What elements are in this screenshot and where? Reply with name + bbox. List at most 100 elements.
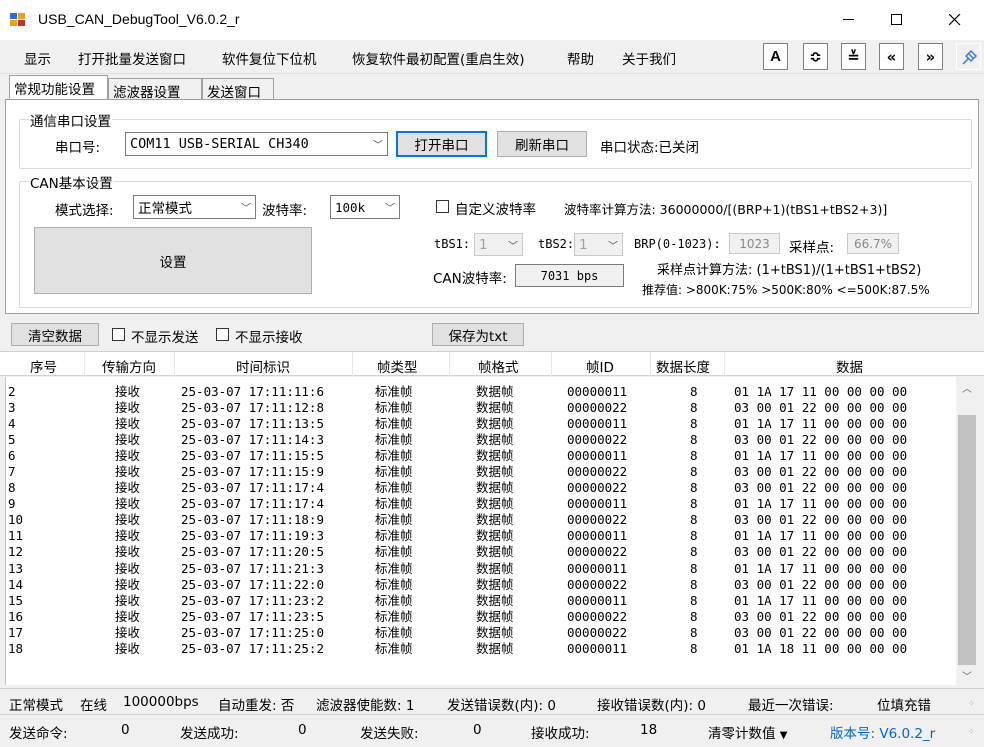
serial-group-label: 通信串口设置 xyxy=(29,110,112,130)
cell-type: 标准帧 xyxy=(375,512,413,528)
baud-select[interactable]: 100k ﹀ xyxy=(330,195,400,219)
cell-seq: 18 xyxy=(8,640,24,656)
col-divider xyxy=(650,352,651,376)
clear-data-button[interactable]: 清空数据 xyxy=(11,323,99,346)
cell-seq: 14 xyxy=(8,576,24,592)
cell-len: 8 xyxy=(690,592,698,608)
menu-restore-config[interactable]: 恢复软件最初配置(重启生效) xyxy=(352,48,525,68)
chevron-down-icon: ﹀ xyxy=(241,203,251,215)
cell-type: 标准帧 xyxy=(375,480,413,496)
tab-filter[interactable]: 滤波器设置 xyxy=(108,78,202,101)
recommend-text: 推荐值: >800K:75% >500K:80% <=500K:87.5% xyxy=(642,283,930,297)
open-port-button[interactable]: 打开串口 xyxy=(396,131,487,157)
cell-data: 03 00 01 22 00 00 00 00 xyxy=(734,400,908,416)
cell-data: 03 00 01 22 00 00 00 00 xyxy=(734,432,908,448)
cell-fmt: 数据帧 xyxy=(476,592,514,608)
close-button[interactable] xyxy=(933,4,977,36)
hide-recv-checkbox[interactable] xyxy=(216,328,229,341)
cell-len: 8 xyxy=(690,480,698,496)
scroll-down-icon[interactable]: ﹀ xyxy=(956,665,978,685)
cell-seq: 15 xyxy=(8,592,24,608)
sample-label: 采样点: xyxy=(789,240,835,256)
cell-seq: 2 xyxy=(8,384,16,399)
expand-icon[interactable]: ≎ xyxy=(803,43,828,70)
status-auto-resend: 自动重发: 否 xyxy=(218,698,295,714)
set-button[interactable]: 设置 xyxy=(34,227,312,294)
maximize-button[interactable] xyxy=(875,4,919,36)
mode-select[interactable]: 正常模式 ﹀ xyxy=(133,195,256,219)
cell-time: 25-03-07 17:11:15:9 xyxy=(181,464,324,480)
col-type[interactable]: 帧类型 xyxy=(377,356,418,376)
scroll-thumb[interactable] xyxy=(958,415,976,665)
cell-id: 00000022 xyxy=(567,624,628,640)
status-recv-errors: 接收错误数(内): 0 xyxy=(597,698,706,714)
col-time[interactable]: 时间标识 xyxy=(236,356,290,376)
vertical-scrollbar[interactable]: ︿ ﹀ xyxy=(956,377,978,685)
scroll-up-icon[interactable]: ︿ xyxy=(956,377,978,397)
col-length[interactable]: 数据长度 xyxy=(656,356,710,376)
send-fail-count: 0 xyxy=(473,722,482,738)
refresh-port-button[interactable]: 刷新串口 xyxy=(497,131,587,157)
tab-general[interactable]: 常规功能设置 xyxy=(9,75,108,100)
tbs1-select[interactable]: 1 ﹀ xyxy=(474,233,523,256)
cell-data: 01 1A 17 11 00 00 00 00 xyxy=(734,416,908,432)
cell-time: 25-03-07 17:11:23:2 xyxy=(181,592,324,608)
chevron-down-icon: ﹀ xyxy=(373,140,383,152)
cell-type: 标准帧 xyxy=(375,448,413,464)
cell-data: 01 1A 17 11 00 00 00 00 xyxy=(734,384,908,399)
cell-time: 25-03-07 17:11:17:4 xyxy=(181,480,324,496)
port-select[interactable]: COM11 USB-SERIAL CH340 ﹀ xyxy=(125,132,388,156)
cell-time: 25-03-07 17:11:19:3 xyxy=(181,528,324,544)
col-id[interactable]: 帧ID xyxy=(586,356,614,376)
cell-data: 01 1A 18 11 00 00 00 00 xyxy=(734,640,908,656)
save-txt-button[interactable]: 保存为txt xyxy=(432,323,524,346)
cell-data: 01 1A 17 11 00 00 00 00 xyxy=(734,560,908,576)
col-format[interactable]: 帧格式 xyxy=(478,356,519,376)
hide-send-checkbox[interactable] xyxy=(112,328,125,341)
caret-down-icon: ▼ xyxy=(779,730,788,741)
cell-dir: 接收 xyxy=(115,528,141,544)
font-button[interactable]: A xyxy=(763,43,788,70)
cell-len: 8 xyxy=(690,432,698,448)
can-baud-label: CAN波特率: xyxy=(433,271,507,287)
cell-data: 03 00 01 22 00 00 00 00 xyxy=(734,624,908,640)
cell-len: 8 xyxy=(690,560,698,576)
cell-dir: 接收 xyxy=(115,560,141,576)
minimize-button[interactable] xyxy=(827,4,871,36)
menu-about[interactable]: 关于我们 xyxy=(622,48,676,68)
cell-dir: 接收 xyxy=(115,512,141,528)
nav-left-icon[interactable]: « xyxy=(879,43,904,70)
tab-send[interactable]: 发送窗口 xyxy=(202,78,274,101)
col-data[interactable]: 数据 xyxy=(836,356,863,376)
clear-counter-dropdown[interactable]: 清零计数值 ▼ xyxy=(708,722,788,742)
brp-label: BRP(0-1023): xyxy=(634,237,721,251)
recv-ok-label: 接收成功: xyxy=(531,726,590,742)
menu-reset-device[interactable]: 软件复位下位机 xyxy=(222,48,317,68)
brp-field[interactable]: 1023 xyxy=(729,233,780,254)
version-link[interactable]: 版本号: V6.0.2_r xyxy=(830,722,935,742)
cell-type: 标准帧 xyxy=(375,544,413,560)
cell-data: 01 1A 17 11 00 00 00 00 xyxy=(734,496,908,512)
nav-right-icon[interactable]: » xyxy=(918,43,943,70)
cell-fmt: 数据帧 xyxy=(476,608,514,624)
menu-display[interactable]: 显示 xyxy=(24,48,51,68)
cell-fmt: 数据帧 xyxy=(476,640,514,656)
status-online: 在线 xyxy=(80,698,107,714)
custom-baud-checkbox[interactable] xyxy=(436,200,449,213)
status-mode: 正常模式 xyxy=(9,698,63,714)
pin-icon[interactable] xyxy=(956,43,981,70)
collapse-icon[interactable]: ≚ xyxy=(841,43,866,70)
tbs2-select[interactable]: 1 ﹀ xyxy=(574,233,623,256)
cell-fmt: 数据帧 xyxy=(476,416,514,432)
cell-len: 8 xyxy=(690,448,698,464)
menu-help[interactable]: 帮助 xyxy=(567,48,594,68)
chevron-down-icon: ﹀ xyxy=(385,203,395,215)
col-direction[interactable]: 传输方向 xyxy=(102,356,156,376)
cell-seq: 7 xyxy=(8,464,16,480)
menu-batch-send[interactable]: 打开批量发送窗口 xyxy=(78,48,186,68)
col-seq[interactable]: 序号 xyxy=(30,356,57,376)
cell-seq: 4 xyxy=(8,416,16,432)
status-last-error-label: 最近一次错误: xyxy=(748,698,834,714)
cell-time: 25-03-07 17:11:17:4 xyxy=(181,496,324,512)
cell-data: 03 00 01 22 00 00 00 00 xyxy=(734,480,908,496)
